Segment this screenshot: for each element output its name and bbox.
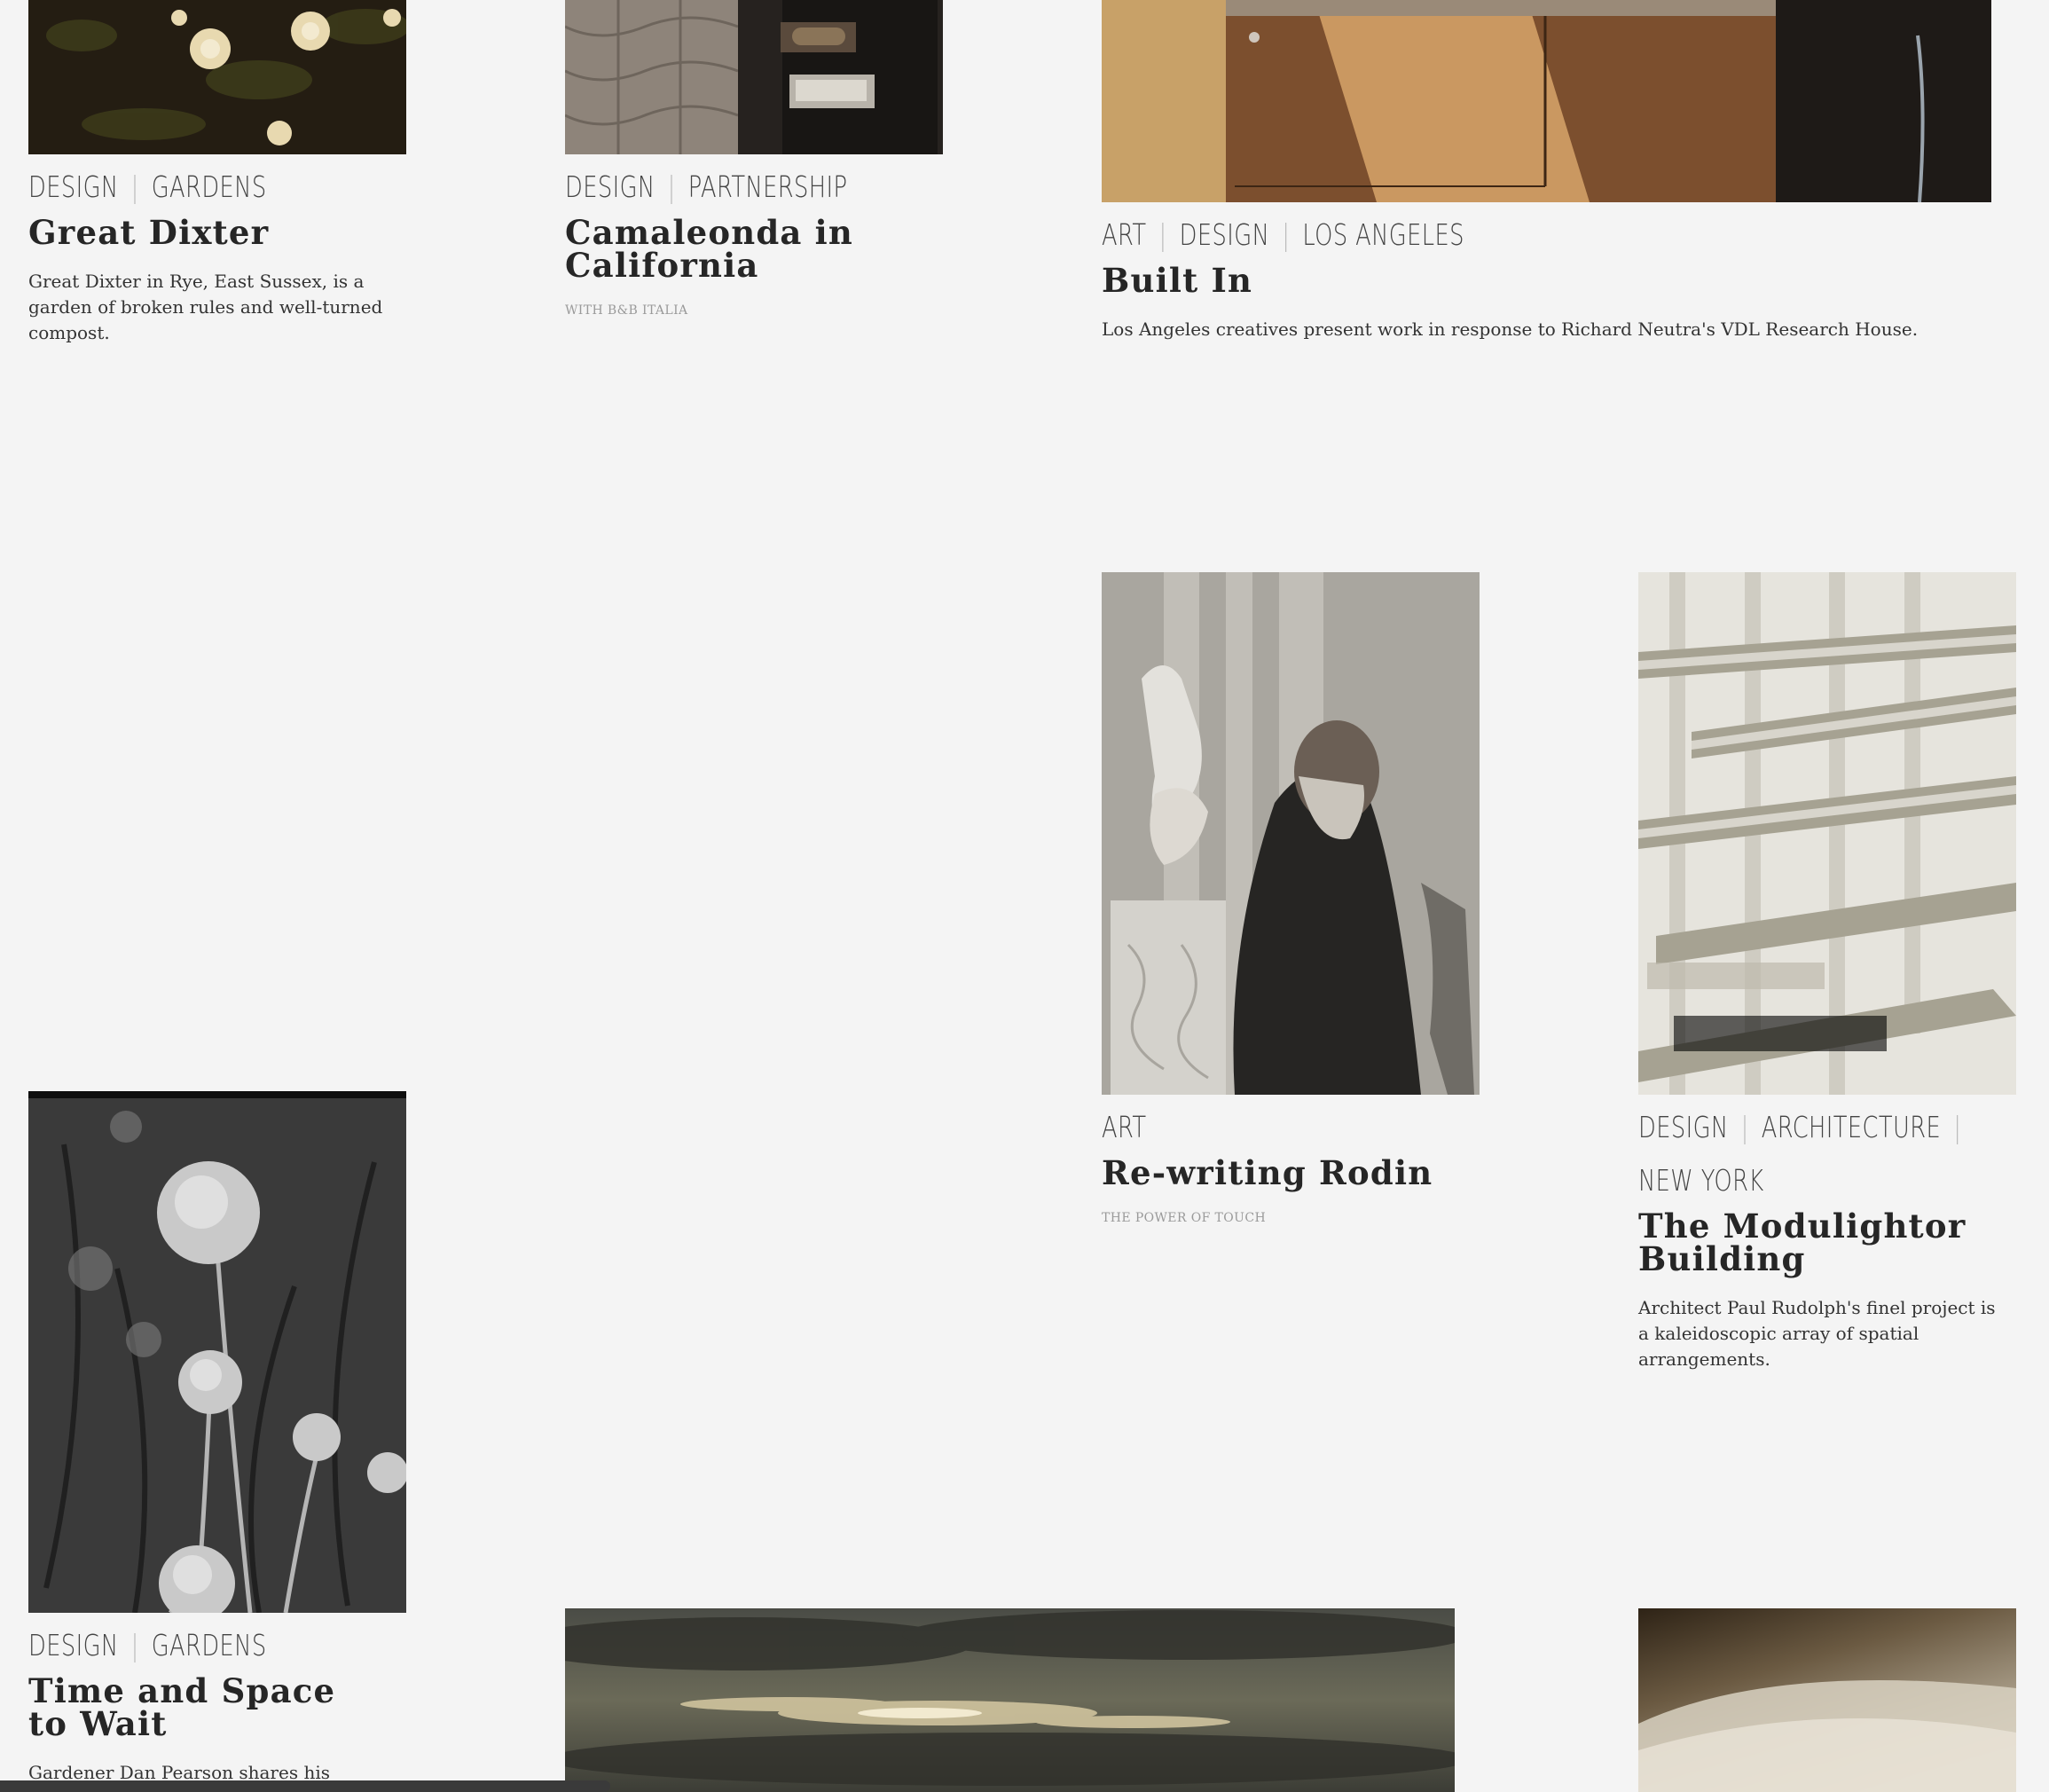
- article-image-rodin[interactable]: [1102, 572, 1480, 1095]
- article-card-clouds[interactable]: [565, 1608, 1455, 1792]
- article-image-cabinet[interactable]: [1102, 0, 1991, 202]
- article-categories: ART: [1102, 1111, 1396, 1144]
- category-tag[interactable]: GARDENS: [152, 169, 267, 204]
- article-title[interactable]: Camaleonda in California: [565, 216, 867, 282]
- article-card-time-and-space[interactable]: DESIGN | GARDENS Time and Space to Wait Ga…: [28, 1091, 406, 1786]
- article-title[interactable]: Time and Space to Wait: [28, 1674, 383, 1741]
- category-tag[interactable]: LOS ANGELES: [1302, 217, 1464, 252]
- article-categories: DESIGN | GARDENS: [28, 169, 267, 204]
- category-tag[interactable]: ART: [1102, 217, 1147, 252]
- article-image-shelves[interactable]: [1638, 572, 2016, 1095]
- article-title[interactable]: The Modulightor Building: [1638, 1209, 1993, 1276]
- article-categories: DESIGN | GARDENS: [28, 1628, 267, 1662]
- article-card-built-in[interactable]: ART | DESIGN | LOS ANGELES Built In Los Ange…: [1102, 0, 1991, 342]
- article-image-alliums[interactable]: [28, 1091, 406, 1613]
- category-tag[interactable]: ARCHITECTURE: [1762, 1110, 1941, 1144]
- category-tag[interactable]: PARTNERSHIP: [688, 169, 848, 204]
- article-categories: DESIGN | PARTNERSHIP: [565, 169, 848, 204]
- article-categories: ART | DESIGN | LOS ANGELES: [1102, 217, 1464, 252]
- article-card-rewriting-rodin[interactable]: ART Re-writing Rodin THE POWER OF TOUCH: [1102, 572, 1480, 1225]
- article-description: Great Dixter in Rye, East Sussex, is a g…: [28, 270, 383, 343]
- category-tag[interactable]: DESIGN: [565, 169, 656, 204]
- article-title[interactable]: Re-writing Rodin: [1102, 1156, 1480, 1190]
- article-subtitle: WITH B&B ITALIA: [565, 303, 688, 318]
- category-tag[interactable]: ART: [1102, 1110, 1147, 1144]
- article-categories: DESIGN | ARCHITECTURE | NEW YORK: [1638, 1110, 1962, 1198]
- article-image-clouds[interactable]: [565, 1608, 1455, 1792]
- article-subtitle: THE POWER OF TOUCH: [1102, 1210, 1267, 1225]
- article-card-great-dixter[interactable]: DESIGN | GARDENS Great Dixter Great Dixter…: [28, 0, 406, 346]
- category-tag[interactable]: GARDENS: [152, 1628, 267, 1662]
- article-card-camaleonda[interactable]: DESIGN | PARTNERSHIP Camaleonda in Califor…: [565, 0, 943, 318]
- category-tag[interactable]: DESIGN: [1180, 217, 1270, 252]
- article-title[interactable]: Built In: [1102, 263, 1991, 297]
- article-image-roses[interactable]: [28, 0, 406, 154]
- category-tag[interactable]: DESIGN: [28, 169, 119, 204]
- article-card-modulightor[interactable]: DESIGN | ARCHITECTURE | NEW YORK The Moduli…: [1638, 572, 2016, 1372]
- article-image-sofa[interactable]: [565, 0, 943, 154]
- category-tag[interactable]: DESIGN: [28, 1628, 119, 1662]
- article-card-plaster[interactable]: [1638, 1608, 2016, 1792]
- category-tag[interactable]: NEW YORK: [1638, 1163, 1764, 1198]
- article-title[interactable]: Great Dixter: [28, 216, 406, 249]
- horizontal-scrollbar[interactable]: [0, 1780, 610, 1792]
- article-description: Los Angeles creatives present work in re…: [1102, 318, 1919, 340]
- category-tag[interactable]: DESIGN: [1638, 1110, 1729, 1144]
- article-image-plaster[interactable]: [1638, 1608, 2016, 1792]
- article-description: Architect Paul Rudolph's finel project i…: [1638, 1296, 1996, 1370]
